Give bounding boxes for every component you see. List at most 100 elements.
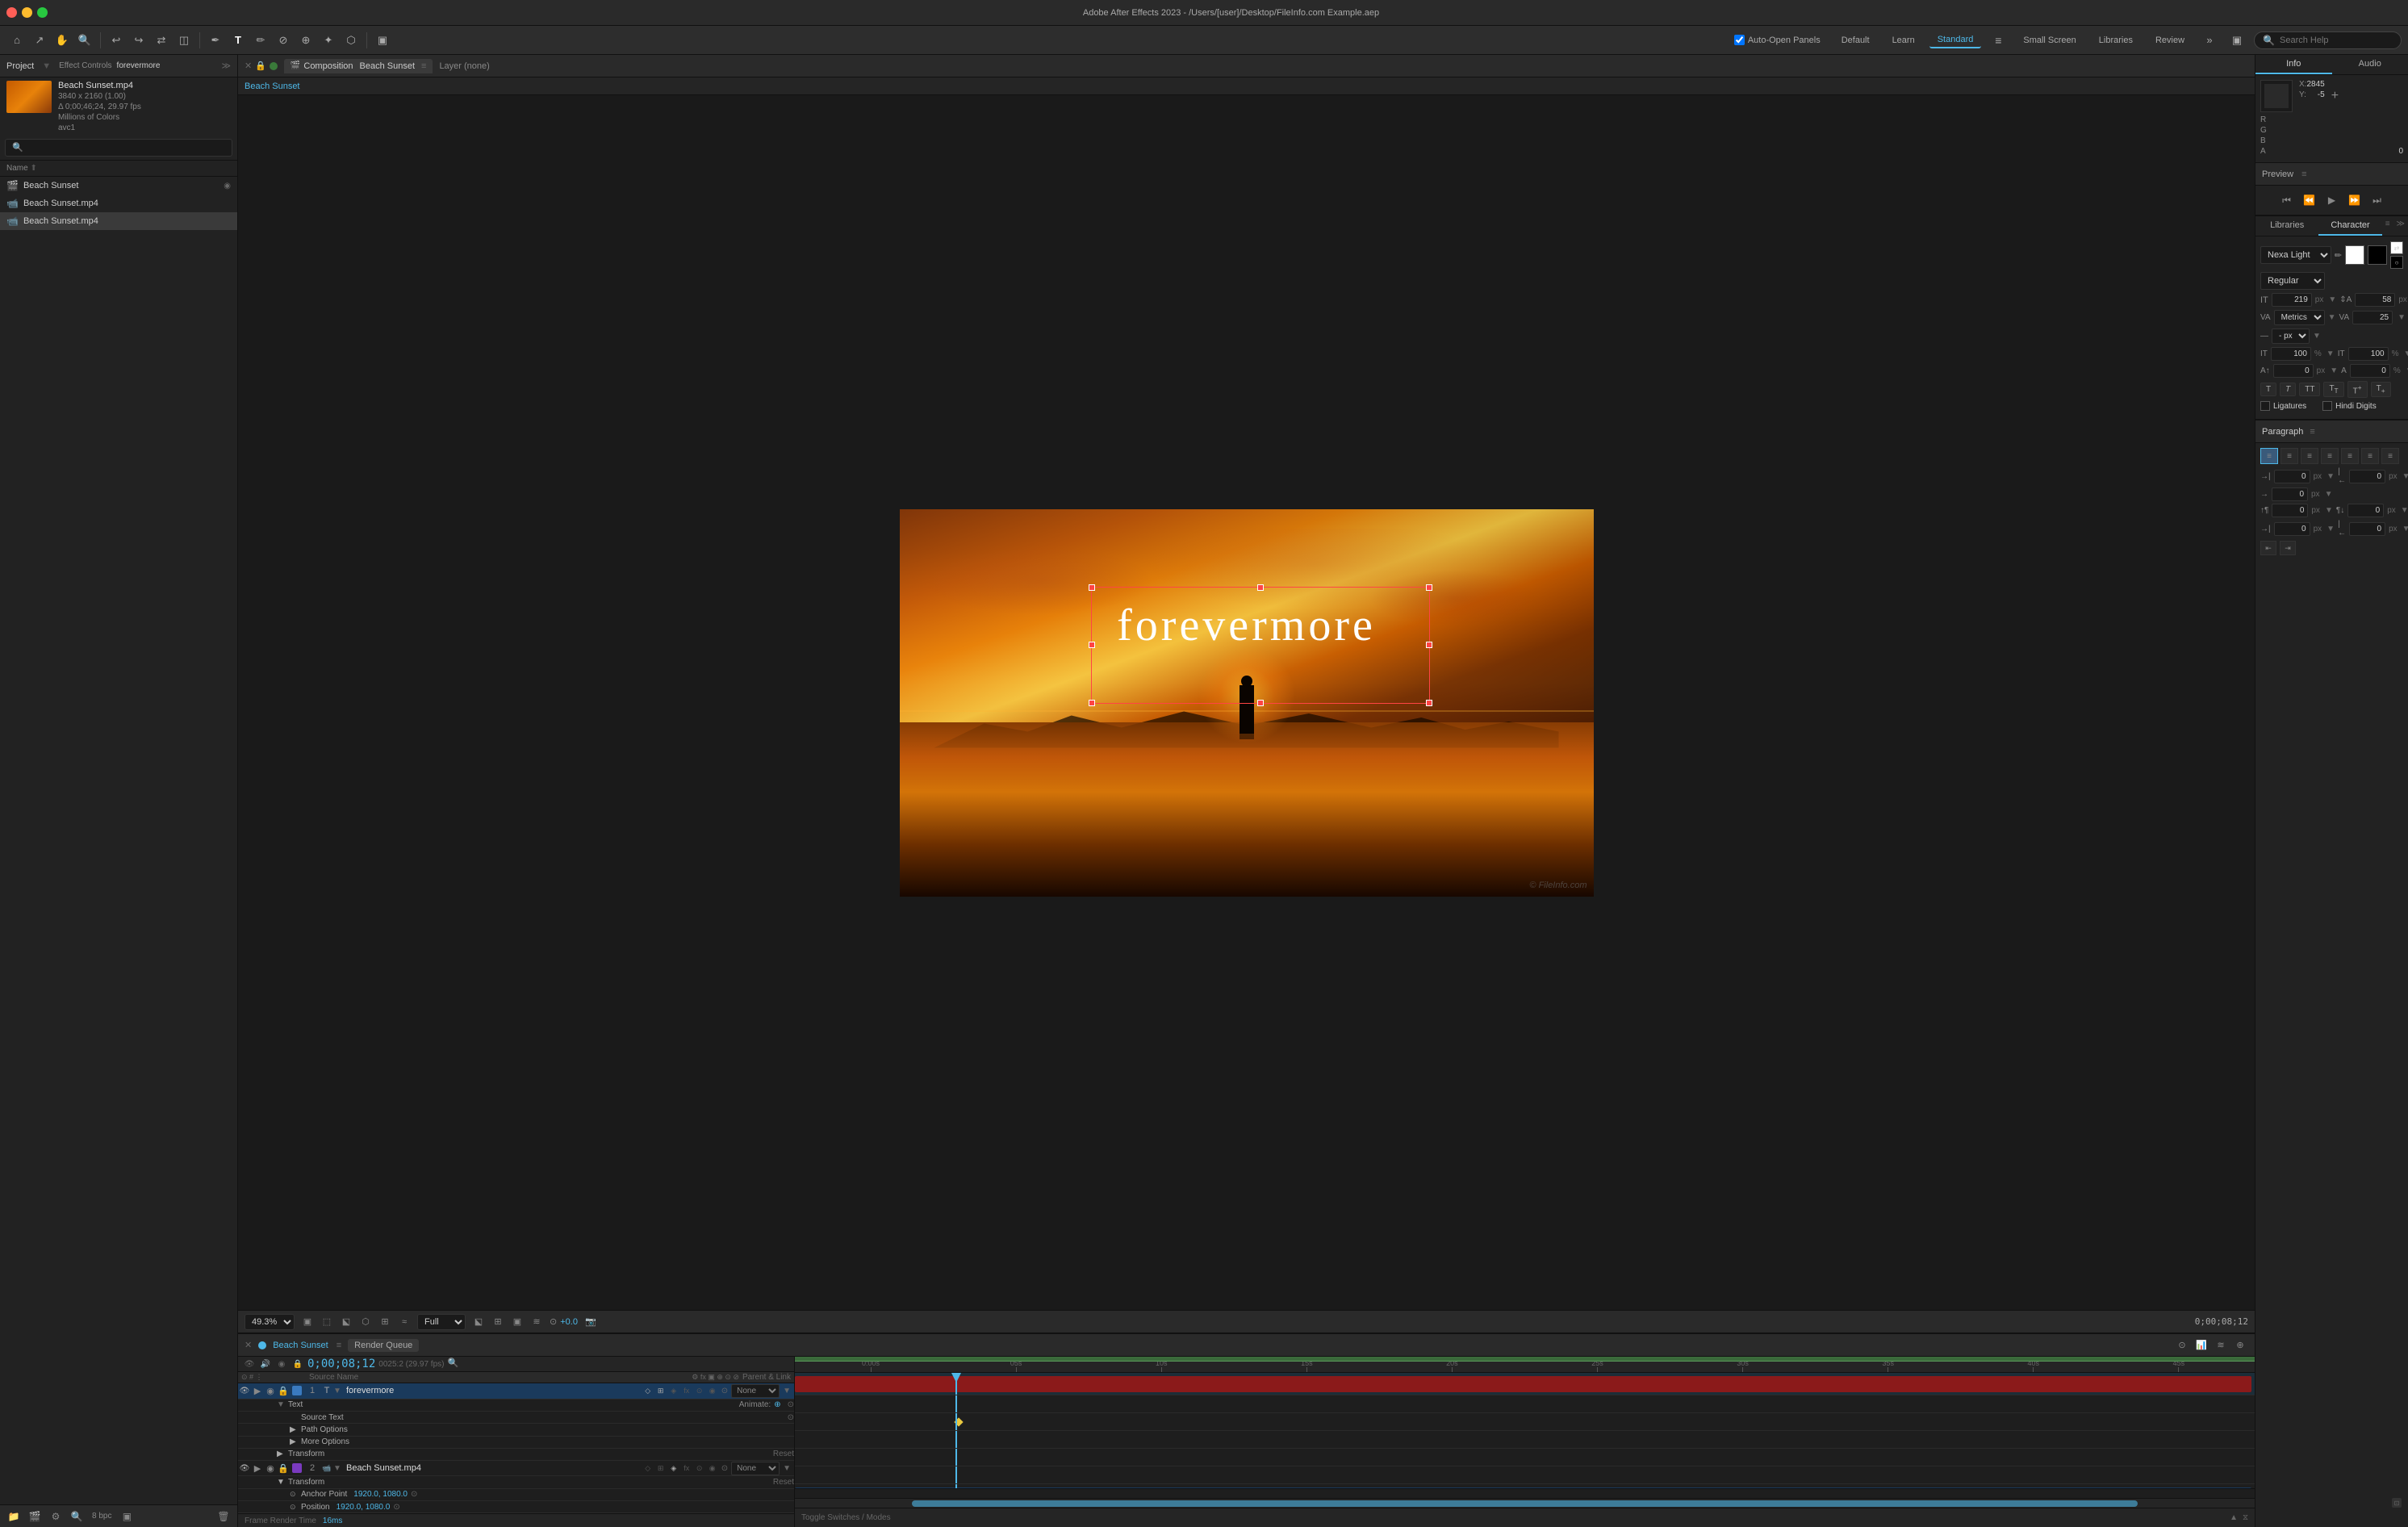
- anchor-link-icon[interactable]: ⊙: [411, 1490, 417, 1499]
- region-icon[interactable]: ⬕: [470, 1314, 487, 1330]
- layer-audio-2[interactable]: ▶: [251, 1463, 264, 1474]
- sel-handle-mr[interactable]: [1426, 642, 1432, 648]
- project-search-input[interactable]: [5, 139, 232, 157]
- fmt-btn-superscript[interactable]: T+: [2347, 381, 2368, 398]
- home-icon[interactable]: ⌂: [6, 30, 27, 51]
- preview-menu[interactable]: ≡: [2301, 169, 2306, 179]
- extra-dropdown-1[interactable]: ▼: [2326, 525, 2335, 533]
- expand-transform-1[interactable]: ▶: [277, 1450, 288, 1458]
- extra-input-2[interactable]: [2349, 522, 2385, 536]
- stamp-icon[interactable]: ⊘: [273, 30, 294, 51]
- extra-dropdown-2[interactable]: ▼: [2402, 525, 2408, 533]
- ligatures-checkbox[interactable]: [2260, 401, 2270, 411]
- style-select[interactable]: Regular: [2260, 272, 2325, 290]
- fmt-btn-italic[interactable]: T: [2280, 383, 2296, 396]
- color-channels-icon[interactable]: ≋: [529, 1314, 545, 1330]
- grid-icon[interactable]: ⊞: [490, 1314, 506, 1330]
- solo-icon[interactable]: ◉: [224, 182, 231, 190]
- switch-collapse-2[interactable]: ⊞: [655, 1462, 667, 1474]
- tl-time-display[interactable]: 0;00;08;12: [307, 1358, 375, 1370]
- switch-3d[interactable]: ◉: [707, 1385, 718, 1396]
- tl-flow-icon[interactable]: ≋: [2213, 1337, 2229, 1353]
- transparency-icon[interactable]: ⬚: [319, 1314, 335, 1330]
- expand-icon[interactable]: ≫: [221, 61, 231, 71]
- render-queue-btn[interactable]: Render Queue: [348, 1339, 419, 1352]
- v-scale-dropdown[interactable]: ▼: [2404, 349, 2408, 358]
- layer-row-1[interactable]: 👁 ▶ ◉ 🔒 1 T ▼ forevermore ◇ ⊞ ◈: [238, 1383, 794, 1399]
- auto-lead-btn-1[interactable]: ⇤: [2260, 541, 2276, 555]
- sel-handle-ml[interactable]: [1089, 642, 1095, 648]
- justify-center-btn[interactable]: ≡: [2341, 448, 2359, 464]
- window-controls[interactable]: [6, 7, 48, 18]
- layer-lock-1[interactable]: 🔒: [277, 1386, 290, 1396]
- project-settings-icon[interactable]: ⚙: [47, 1508, 65, 1525]
- tsume-input[interactable]: [2350, 364, 2390, 378]
- rotate-back-icon[interactable]: ↩: [106, 30, 127, 51]
- layer-vis-1[interactable]: 👁: [238, 1383, 251, 1398]
- tracking-dropdown[interactable]: ▼: [2328, 313, 2336, 322]
- text-tool-icon[interactable]: T: [228, 30, 249, 51]
- move-icon[interactable]: ⇄: [151, 30, 172, 51]
- composition-tab[interactable]: 🎬 Composition Beach Sunset ≡: [284, 59, 433, 73]
- workspace-learn[interactable]: Learn: [1884, 33, 1923, 48]
- null-icon[interactable]: ◫: [173, 30, 194, 51]
- position-stopwatch[interactable]: ⊙: [290, 1503, 301, 1512]
- shape-icon[interactable]: ⬡: [341, 30, 362, 51]
- pixel-icon[interactable]: ⊞: [377, 1314, 393, 1330]
- indent-left-input[interactable]: [2274, 470, 2310, 483]
- tl-toggle-switches[interactable]: Toggle Switches / Modes: [801, 1513, 891, 1522]
- space-before-input[interactable]: [2272, 504, 2308, 517]
- workspace-default[interactable]: Default: [1833, 33, 1878, 48]
- tab-character[interactable]: Character: [2318, 216, 2381, 236]
- space-before-dropdown[interactable]: ▼: [2325, 506, 2333, 515]
- prop-reset-2[interactable]: Reset: [773, 1478, 794, 1487]
- paragraph-menu[interactable]: ≡: [2310, 427, 2314, 437]
- workspace-menu-icon[interactable]: ≡: [1988, 30, 2009, 51]
- kerning-dropdown[interactable]: ▼: [2398, 313, 2406, 322]
- arrow-icon[interactable]: ↗: [29, 30, 50, 51]
- indent-left-dropdown[interactable]: ▼: [2326, 472, 2335, 481]
- sel-handle-tm[interactable]: [1257, 584, 1264, 591]
- prop-reset-1[interactable]: Reset: [773, 1450, 794, 1458]
- layer-vis-2[interactable]: 👁: [238, 1461, 251, 1475]
- align-center-btn[interactable]: ≡: [2280, 448, 2298, 464]
- sort-icon[interactable]: ⬆: [30, 164, 36, 173]
- sel-handle-br[interactable]: [1426, 700, 1432, 706]
- channel-icon[interactable]: ▣: [509, 1314, 525, 1330]
- quality-select[interactable]: Full: [417, 1314, 466, 1330]
- switch-fx[interactable]: fx: [681, 1385, 692, 1396]
- extra-input-1[interactable]: [2274, 522, 2310, 536]
- spacing-select[interactable]: - px: [2272, 328, 2310, 344]
- tab-libraries[interactable]: Libraries: [2255, 216, 2318, 236]
- reset-colors-icon[interactable]: ○: [2390, 256, 2403, 269]
- comp-tab-menu[interactable]: ≡: [421, 61, 426, 71]
- color-correction-icon[interactable]: ⊙: [550, 1316, 557, 1327]
- zoom-icon[interactable]: 🔍: [74, 30, 95, 51]
- switch-fx-2[interactable]: fx: [681, 1462, 692, 1474]
- layer-audio-1[interactable]: ▶: [251, 1386, 264, 1396]
- sel-handle-bm[interactable]: [1257, 700, 1264, 706]
- prev-back-frame[interactable]: ⏪: [2301, 192, 2318, 208]
- workspace-small-screen[interactable]: Small Screen: [2015, 33, 2084, 48]
- layer-solo-2[interactable]: ◉: [264, 1463, 277, 1474]
- char-panel-menu[interactable]: ≡: [2382, 216, 2393, 236]
- char-stroke-color[interactable]: [2368, 245, 2387, 265]
- layer-lock-2[interactable]: 🔒: [277, 1463, 290, 1474]
- workspace-review[interactable]: Review: [2147, 33, 2193, 48]
- font-select[interactable]: Nexa Light: [2260, 246, 2331, 264]
- switch-3d-2[interactable]: ◉: [707, 1462, 718, 1474]
- maximize-button[interactable]: [37, 7, 48, 18]
- tl-comp-menu[interactable]: ≡: [337, 1341, 341, 1350]
- v-scale-input[interactable]: [2348, 347, 2389, 361]
- fmt-btn-small-caps[interactable]: TT: [2323, 382, 2343, 397]
- list-item[interactable]: 🎬 Beach Sunset ◉: [0, 177, 237, 195]
- tl-scroll-thumb[interactable]: [912, 1500, 2138, 1507]
- space-after-dropdown[interactable]: ▼: [2401, 506, 2408, 515]
- track-row-1[interactable]: [795, 1373, 2255, 1395]
- track-row-2[interactable]: [795, 1484, 2255, 1488]
- new-folder-icon[interactable]: 📁: [5, 1508, 23, 1525]
- hindi-digits-checkbox[interactable]: [2322, 401, 2332, 411]
- justify-left-btn[interactable]: ≡: [2321, 448, 2339, 464]
- tl-scroll-bar[interactable]: [795, 1498, 2255, 1508]
- tl-close-icon[interactable]: ✕: [245, 1340, 252, 1350]
